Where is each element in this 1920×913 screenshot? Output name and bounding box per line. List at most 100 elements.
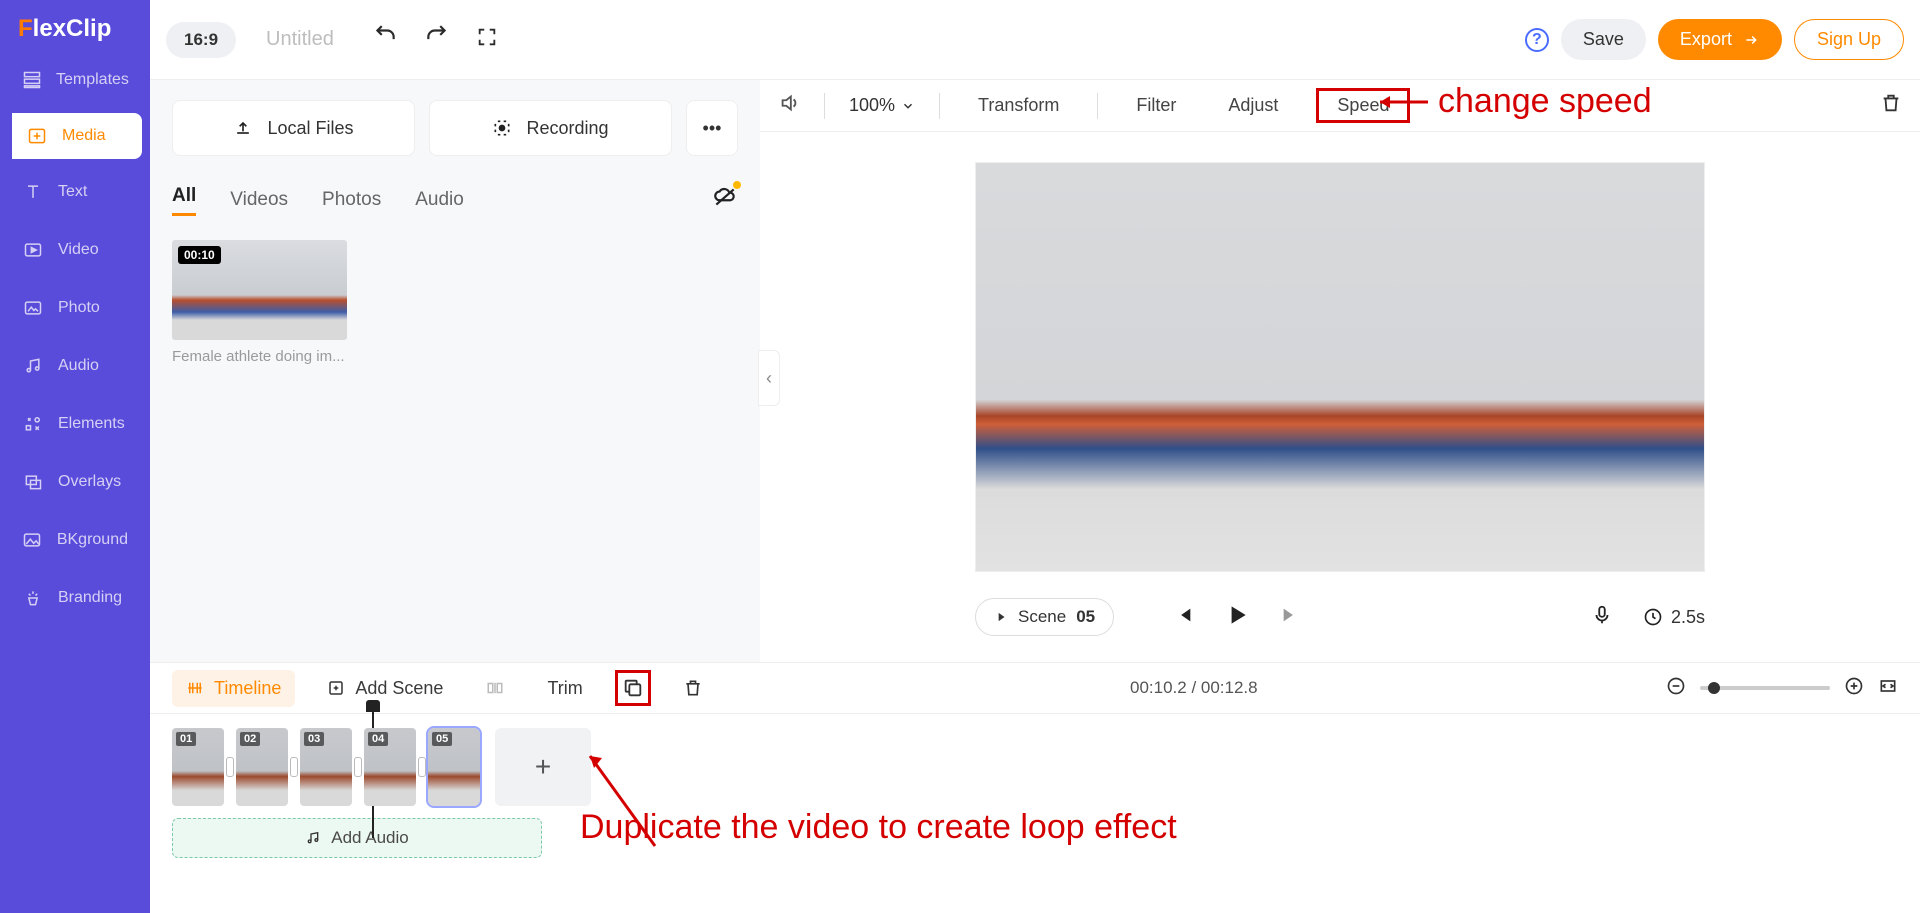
trim-button[interactable]: Trim — [537, 672, 592, 705]
media-item[interactable]: 00:10 Female athlete doing im... — [172, 240, 347, 365]
filter-button[interactable]: Filter — [1122, 89, 1190, 122]
sidebar-item-elements[interactable]: Elements — [0, 395, 150, 453]
annotation-text: Duplicate the video to create loop effec… — [580, 808, 1177, 847]
media-tabs: All Videos Photos Audio — [172, 184, 738, 216]
microphone-button[interactable] — [1591, 603, 1613, 632]
templates-icon — [22, 69, 42, 91]
preview-area: Scene 05 2.5s — [760, 132, 1920, 662]
topbar: 16:9 Untitled ? Save Export Sign Up — [150, 0, 1920, 80]
tab-photos[interactable]: Photos — [322, 189, 381, 211]
transform-button[interactable]: Transform — [964, 89, 1073, 122]
sidebar-item-background[interactable]: BKground — [0, 511, 150, 569]
sidebar-item-photo[interactable]: Photo — [0, 279, 150, 337]
transition-slot[interactable] — [226, 757, 234, 777]
scene-thumb-01[interactable]: 01 — [172, 728, 224, 806]
sidebar-item-audio[interactable]: Audio — [0, 337, 150, 395]
scene-label: Scene — [1018, 607, 1066, 627]
duplicate-button[interactable] — [615, 670, 651, 706]
annotation-text: change speed — [1438, 82, 1652, 121]
zoom-in-button[interactable] — [1844, 676, 1864, 701]
background-icon — [22, 529, 43, 551]
photo-icon — [22, 297, 44, 319]
project-title[interactable]: Untitled — [266, 28, 334, 51]
tab-audio[interactable]: Audio — [415, 189, 464, 211]
sidebar-item-overlays[interactable]: Overlays — [0, 453, 150, 511]
zoom-slider[interactable] — [1700, 686, 1830, 690]
recording-label: Recording — [526, 118, 608, 139]
sidebar-item-label: Video — [58, 241, 99, 259]
media-icon — [26, 125, 48, 147]
tab-videos[interactable]: Videos — [230, 189, 288, 211]
export-button[interactable]: Export — [1658, 19, 1782, 60]
timeline-mode-button[interactable]: Timeline — [172, 670, 295, 707]
tab-all[interactable]: All — [172, 185, 196, 216]
aspect-ratio-button[interactable]: 16:9 — [166, 22, 236, 58]
audio-icon — [22, 355, 44, 377]
sidebar-item-label: Audio — [58, 357, 99, 375]
media-thumbnail: 00:10 — [172, 240, 347, 340]
delete-scene-button[interactable] — [673, 671, 713, 705]
sidebar-item-label: Photo — [58, 299, 100, 317]
signup-button[interactable]: Sign Up — [1794, 19, 1904, 60]
media-label: Female athlete doing im... — [172, 348, 347, 365]
volume-button[interactable] — [778, 92, 800, 119]
scene-number: 05 — [1076, 607, 1095, 627]
timeline-toolbar: Timeline Add Scene Trim 00:10.2 / 00:12.… — [150, 662, 1920, 714]
sidebar-item-templates[interactable]: Templates — [0, 51, 150, 109]
cloud-sync-button[interactable] — [712, 184, 738, 216]
sidebar-item-label: Media — [62, 127, 106, 145]
delete-clip-button[interactable] — [1880, 91, 1902, 120]
help-button[interactable]: ? — [1525, 28, 1549, 52]
logo: FlexClip — [0, 0, 150, 51]
save-button[interactable]: Save — [1561, 19, 1646, 60]
more-upload-button[interactable]: ••• — [686, 100, 738, 156]
add-audio-track[interactable]: Add Audio — [172, 818, 542, 858]
sidebar-item-text[interactable]: Text — [0, 163, 150, 221]
zoom-out-button[interactable] — [1666, 676, 1686, 701]
sidebar-item-label: Text — [58, 183, 87, 201]
scene-chip[interactable]: Scene 05 — [975, 598, 1114, 636]
sidebar-item-label: Overlays — [58, 473, 121, 491]
next-scene-button[interactable] — [1280, 604, 1302, 631]
sidebar-item-label: Elements — [58, 415, 125, 433]
media-panel: Local Files Recording ••• All Videos Pho… — [150, 80, 760, 663]
prev-scene-button[interactable] — [1172, 604, 1194, 631]
split-button[interactable] — [475, 673, 515, 703]
play-button[interactable] — [1224, 602, 1250, 633]
add-scene-label: Add Scene — [355, 678, 443, 699]
overlays-icon — [22, 471, 44, 493]
adjust-button[interactable]: Adjust — [1214, 89, 1292, 122]
notification-dot-icon — [733, 181, 741, 189]
sidebar-item-label: BKground — [57, 531, 128, 549]
undo-button[interactable] — [372, 24, 398, 55]
scene-thumb-03[interactable]: 03 — [300, 728, 352, 806]
annotation-change-speed: change speed — [1370, 82, 1652, 121]
transition-slot[interactable] — [354, 757, 362, 777]
add-scene-button[interactable]: Add Scene — [317, 672, 453, 705]
scene-thumb-05[interactable]: 05 — [428, 728, 480, 806]
sidebar-item-label: Branding — [58, 589, 122, 607]
recording-button[interactable]: Recording — [429, 100, 672, 156]
playhead-time: 00:10.2 / 00:12.8 — [1130, 678, 1258, 698]
transition-slot[interactable] — [290, 757, 298, 777]
duration-button[interactable]: 2.5s — [1643, 607, 1705, 628]
scene-thumb-02[interactable]: 02 — [236, 728, 288, 806]
zoom-label: 100% — [849, 95, 895, 116]
sidebar-item-branding[interactable]: Branding — [0, 569, 150, 627]
local-files-button[interactable]: Local Files — [172, 100, 415, 156]
zoom-dropdown[interactable]: 100% — [849, 95, 915, 116]
scene-badge: 03 — [304, 732, 324, 746]
media-duration-badge: 00:10 — [178, 246, 221, 264]
transition-slot[interactable] — [418, 757, 426, 777]
fit-button[interactable] — [1878, 676, 1898, 701]
video-canvas[interactable] — [975, 162, 1705, 572]
scene-badge: 05 — [432, 732, 452, 746]
redo-button[interactable] — [424, 24, 450, 55]
scene-thumb-04[interactable]: 04 — [364, 728, 416, 806]
sidebar-item-media[interactable]: Media — [12, 113, 142, 159]
sidebar: FlexClip Templates Media Text Video Phot… — [0, 0, 150, 913]
fullscreen-button[interactable] — [476, 26, 498, 53]
sidebar-item-video[interactable]: Video — [0, 221, 150, 279]
scene-badge: 02 — [240, 732, 260, 746]
timeline-label: Timeline — [214, 678, 281, 699]
